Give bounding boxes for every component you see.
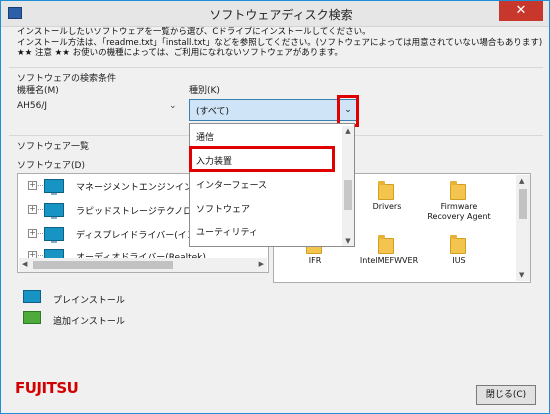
scroll-down-icon[interactable]: ▼	[342, 237, 354, 245]
fujitsu-logo: FUJITSU	[15, 379, 79, 397]
folder-label: Firmware Recovery Agent	[427, 202, 491, 221]
window-title: ソフトウェアディスク検索	[209, 8, 353, 22]
software-tree-label: ソフトウェア(D)	[17, 161, 85, 171]
dropdown-option[interactable]: インターフェース	[196, 178, 267, 191]
type-label: 種別(K)	[189, 86, 220, 96]
legend-preinstall-label: プレインストール	[53, 296, 125, 306]
preinstall-icon	[23, 290, 41, 303]
close-button[interactable]: 閉じる(C)	[476, 385, 536, 405]
divider	[9, 67, 543, 68]
type-dropdown-list[interactable]: 通信 入力装置 インターフェース ソフトウェア ユーティリティ ▲ ▼	[189, 123, 355, 247]
chevron-down-icon[interactable]: ⌄	[169, 101, 177, 111]
preinstall-icon	[44, 227, 64, 243]
software-disk-search-window: ソフトウェアディスク検索 ✕ インストールしたいソフトウェアを一覧から選び、Cド…	[0, 0, 550, 414]
model-label: 機種名(M)	[17, 86, 59, 96]
title-bar: ソフトウェアディスク検索 ✕	[1, 1, 549, 27]
scroll-up-icon[interactable]: ▲	[342, 127, 354, 135]
vertical-scrollbar[interactable]: ▲ ▼	[516, 175, 530, 281]
folder-label: Drivers	[372, 202, 402, 211]
scroll-up-icon[interactable]: ▲	[519, 177, 524, 185]
legend-additional-label: 追加インストール	[53, 317, 125, 327]
scroll-left-icon[interactable]: ◀	[22, 260, 27, 268]
app-icon	[8, 7, 22, 19]
folder-icon[interactable]	[450, 181, 466, 200]
software-list-heading: ソフトウェア一覧	[17, 142, 90, 152]
horizontal-scrollbar[interactable]: ◀ ▶	[19, 258, 267, 272]
scroll-down-icon[interactable]: ▼	[519, 271, 524, 279]
scroll-thumb[interactable]	[519, 189, 527, 219]
type-selected-value: (すべて)	[196, 107, 230, 117]
expand-icon[interactable]: +	[28, 229, 37, 238]
expand-icon[interactable]: +	[28, 205, 37, 214]
type-combobox[interactable]: (すべて) ⌄	[189, 99, 357, 121]
highlight-input-device-option	[189, 146, 335, 172]
folder-label: IUS	[452, 256, 466, 265]
dropdown-option[interactable]: 通信	[196, 130, 214, 143]
folder-label: IFR	[308, 256, 322, 265]
additional-install-icon	[23, 311, 41, 324]
window-close-button[interactable]: ✕	[499, 1, 543, 21]
model-select[interactable]: AH56/J	[17, 101, 47, 111]
scroll-thumb[interactable]	[33, 261, 173, 269]
dropdown-option[interactable]: ソフトウェア	[196, 202, 250, 215]
scroll-thumb[interactable]	[344, 180, 352, 210]
scroll-right-icon[interactable]: ▶	[259, 260, 264, 268]
folder-label: IntelMEFWVER	[359, 256, 419, 265]
folder-icon[interactable]	[450, 235, 466, 254]
dropdown-scrollbar[interactable]: ▲ ▼	[342, 126, 354, 246]
instruction-line: インストールしたいソフトウェアを一覧から選び、Cドライブにインストールしてくださ…	[17, 27, 371, 37]
instruction-line: インストール方法は、「readme.txt」「install.txt」などを参照…	[17, 37, 543, 48]
preinstall-icon	[44, 203, 64, 219]
preinstall-icon	[44, 179, 64, 195]
folder-icon[interactable]	[378, 235, 394, 254]
dropdown-option[interactable]: ユーティリティ	[196, 225, 258, 238]
warning-line: ★★ 注意 ★★ お使いの機種によっては、ご利用になれないソフトウェアがあります…	[17, 48, 343, 58]
expand-icon[interactable]: +	[28, 181, 37, 190]
folder-icon[interactable]	[378, 181, 394, 200]
instructions: インストールしたいソフトウェアを一覧から選び、Cドライブにインストールしてくださ…	[17, 27, 542, 59]
